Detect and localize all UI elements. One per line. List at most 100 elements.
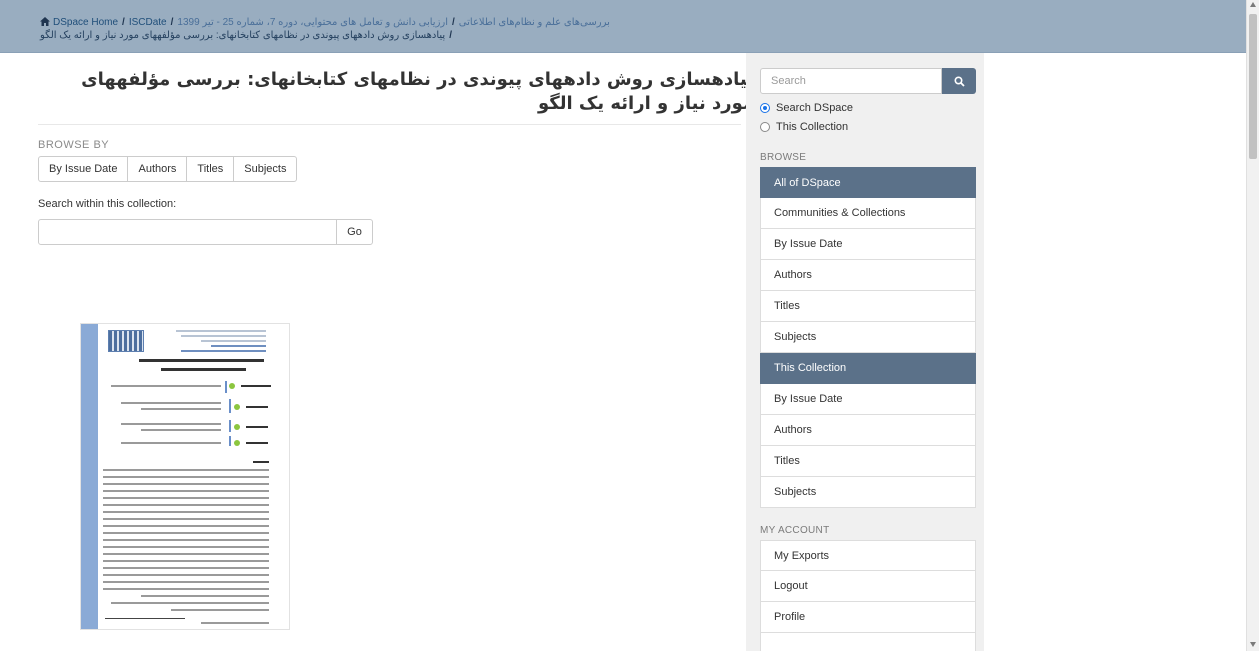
breadcrumb-separator: / — [170, 17, 174, 28]
thumbnail-author-dot — [234, 424, 240, 430]
browse-this-collection[interactable]: This Collection — [760, 353, 976, 384]
thumbnail-text — [103, 511, 269, 513]
journal-logo — [108, 330, 144, 352]
thumbnail-text — [103, 588, 269, 590]
thumbnail-side-band — [81, 324, 98, 629]
browse-dspace-subjects[interactable]: Subjects — [760, 322, 976, 353]
browse-collection-issue-date[interactable]: By Issue Date — [760, 384, 976, 415]
browse-by-authors-button[interactable]: Authors — [127, 156, 188, 182]
thumbnail-text — [103, 469, 269, 471]
thumbnail-text — [141, 429, 221, 431]
thumbnail-author — [246, 442, 268, 444]
browse-dspace-titles[interactable]: Titles — [760, 291, 976, 322]
chevron-down-icon[interactable] — [1250, 642, 1256, 647]
browse-all-of-dspace[interactable]: All of DSpace — [760, 167, 976, 198]
collection-search-label: Search within this collection: — [38, 198, 177, 210]
logout-link[interactable]: Logout — [760, 571, 976, 602]
thumbnail-text — [103, 567, 269, 569]
breadcrumb-separator: / — [452, 17, 455, 28]
thumbnail-text — [111, 385, 221, 387]
thumbnail-text — [103, 560, 269, 562]
thumbnail-vbar — [225, 381, 227, 393]
thumbnail-heading — [139, 359, 264, 362]
my-exports-link[interactable]: My Exports — [760, 540, 976, 571]
item-thumbnail[interactable] — [80, 323, 290, 630]
browse-list: All of DSpace Communities & Collections … — [760, 167, 976, 508]
collection-search-go-button[interactable]: Go — [336, 219, 373, 245]
thumbnail-text — [121, 442, 221, 444]
home-icon — [40, 17, 50, 26]
thumbnail-author-dot — [229, 383, 235, 389]
browse-collection-subjects[interactable]: Subjects — [760, 477, 976, 508]
thumbnail-text — [103, 546, 269, 548]
scope-search-dspace[interactable]: Search DSpace — [760, 102, 853, 114]
browse-communities-collections[interactable]: Communities & Collections — [760, 198, 976, 229]
scope-label: Search DSpace — [776, 102, 854, 114]
thumbnail-text — [103, 483, 269, 485]
thumbnail-text — [103, 553, 269, 555]
sidebar-search-input[interactable]: Search — [760, 68, 942, 94]
collection-search-input[interactable] — [38, 219, 337, 245]
thumbnail-text — [103, 525, 269, 527]
thumbnail-vbar — [229, 399, 231, 413]
breadcrumb-current: پیادهسازی روش دادههای پیوندی در نظامهای … — [40, 30, 446, 41]
thumbnail-line — [176, 330, 266, 332]
thumbnail-text — [121, 423, 221, 425]
browse-heading: BROWSE — [760, 152, 807, 163]
scope-radio-selected[interactable] — [760, 103, 770, 113]
scope-radio[interactable] — [760, 122, 770, 132]
breadcrumb-home-link[interactable]: DSpace Home — [53, 17, 118, 28]
thumbnail-text — [103, 574, 269, 576]
browse-dspace-issue-date[interactable]: By Issue Date — [760, 229, 976, 260]
search-icon — [953, 75, 965, 87]
browse-by-button-group: By Issue Date Authors Titles Subjects — [38, 156, 298, 182]
thumbnail-text — [103, 518, 269, 520]
breadcrumb-journal-link[interactable]: بررسی‌های علم و نظام‌های اطلاعاتی — [459, 17, 610, 28]
browse-by-heading: BROWSE BY — [38, 139, 110, 151]
thumbnail-vbar — [229, 420, 231, 432]
browse-dspace-authors[interactable]: Authors — [760, 260, 976, 291]
thumbnail-abstract-heading — [253, 461, 269, 463]
thumbnail-text — [141, 595, 269, 597]
profile-link[interactable]: Profile — [760, 602, 976, 633]
scrollbar-thumb[interactable] — [1249, 14, 1257, 159]
browse-by-subjects-button[interactable]: Subjects — [233, 156, 298, 182]
thumbnail-text — [121, 402, 221, 404]
breadcrumb-community-link[interactable]: ISCDate — [129, 17, 167, 28]
chevron-up-icon[interactable] — [1250, 2, 1256, 7]
thumbnail-author — [241, 385, 271, 387]
sidebar-search-button[interactable] — [942, 68, 976, 94]
page-title: پیادهسازی روش دادههای پیوندی در نظامهای … — [81, 69, 754, 114]
thumbnail-line — [211, 345, 266, 347]
browse-collection-authors[interactable]: Authors — [760, 415, 976, 446]
breadcrumb: DSpace Home / ISCDate / بررسی‌های علم و نظام… — [40, 16, 610, 42]
browse-by-titles-button[interactable]: Titles — [186, 156, 235, 182]
thumbnail-text — [201, 622, 269, 624]
thumbnail-heading — [161, 368, 246, 371]
thumbnail-text — [103, 497, 269, 499]
thumbnail-text — [103, 581, 269, 583]
my-account-heading: MY ACCOUNT — [760, 525, 830, 536]
divider — [38, 124, 741, 125]
thumbnail-vbar — [229, 436, 231, 446]
thumbnail-author-dot — [234, 440, 240, 446]
thumbnail-line — [181, 335, 266, 337]
thumbnail-text — [111, 602, 269, 604]
vertical-scrollbar[interactable] — [1246, 0, 1259, 651]
thumbnail-text — [103, 539, 269, 541]
thumbnail-text — [103, 532, 269, 534]
browse-by-issue-date-button[interactable]: By Issue Date — [38, 156, 129, 182]
breadcrumb-bar: DSpace Home / ISCDate / بررسی‌های علم و نظام… — [0, 0, 1246, 53]
thumbnail-author — [246, 426, 268, 428]
thumbnail-text — [103, 490, 269, 492]
breadcrumb-volume-link[interactable]: ارزیابی دانش و تعامل های محتوایی، دوره 7… — [177, 17, 448, 28]
thumbnail-text — [171, 609, 269, 611]
scope-this-collection[interactable]: This Collection — [760, 121, 848, 133]
thumbnail-footnote-rule — [105, 618, 185, 619]
browse-collection-titles[interactable]: Titles — [760, 446, 976, 477]
thumbnail-text — [103, 476, 269, 478]
breadcrumb-separator: / — [122, 17, 125, 28]
thumbnail-author — [246, 406, 268, 408]
thumbnail-author-dot — [234, 404, 240, 410]
account-item-partial[interactable] — [760, 633, 976, 651]
